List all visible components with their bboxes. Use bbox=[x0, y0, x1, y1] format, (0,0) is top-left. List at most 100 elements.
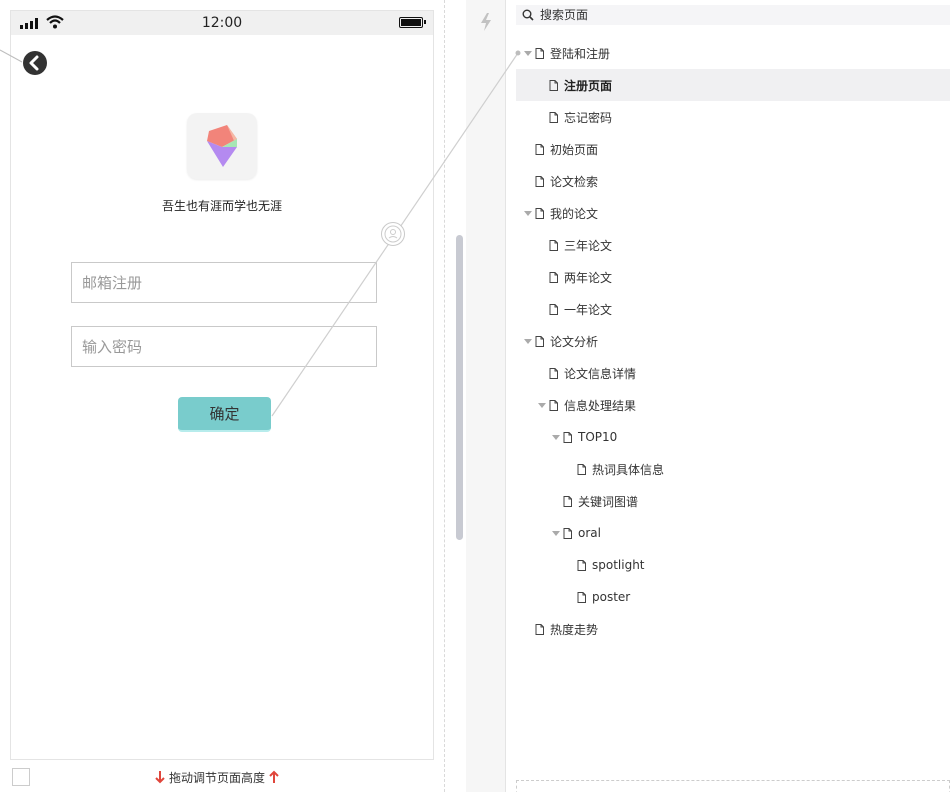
caret-spacer bbox=[537, 240, 547, 250]
lightning-icon[interactable] bbox=[479, 12, 493, 32]
file-icon bbox=[535, 623, 544, 635]
file-icon bbox=[535, 335, 544, 347]
tree-item-label: 论文检索 bbox=[550, 174, 599, 189]
file-icon bbox=[549, 399, 558, 411]
tree-item[interactable]: 关键词图谱 bbox=[516, 485, 950, 517]
caret-spacer bbox=[537, 80, 547, 90]
tree-item-label: oral bbox=[578, 526, 601, 540]
caret-spacer bbox=[523, 144, 533, 154]
caret-spacer bbox=[537, 368, 547, 378]
caret-spacer bbox=[523, 624, 533, 634]
file-icon bbox=[535, 47, 544, 59]
caret-spacer bbox=[537, 112, 547, 122]
caret-spacer bbox=[565, 464, 575, 474]
tree-item[interactable]: 热词具体信息 bbox=[516, 453, 950, 485]
link-handle-icon[interactable] bbox=[381, 222, 405, 246]
tree-item[interactable]: 论文检索 bbox=[516, 165, 950, 197]
tree-item-label: 注册页面 bbox=[564, 78, 613, 93]
caret-spacer bbox=[565, 592, 575, 602]
search-icon bbox=[522, 9, 534, 21]
tree-item-label: TOP10 bbox=[578, 430, 618, 444]
canvas-guide-line bbox=[444, 0, 445, 792]
password-field[interactable] bbox=[71, 326, 377, 367]
tree-item-label: 两年论文 bbox=[564, 270, 613, 285]
resize-hint[interactable]: 拖动调节页面高度 bbox=[155, 768, 279, 786]
tree-item-label: 关键词图谱 bbox=[578, 494, 639, 509]
arrow-up-icon bbox=[269, 770, 279, 783]
tree-item[interactable]: 热度走势 bbox=[516, 613, 950, 645]
design-canvas: 12:00 吾生也有涯而学也无涯 确定 bbox=[0, 0, 466, 792]
caret-spacer bbox=[537, 304, 547, 314]
file-icon bbox=[549, 271, 558, 283]
page-search-input[interactable] bbox=[540, 8, 920, 22]
file-icon bbox=[549, 367, 558, 379]
tree-item[interactable]: 我的论文 bbox=[516, 197, 950, 229]
file-icon bbox=[577, 463, 586, 475]
app-logo bbox=[187, 113, 257, 179]
tree-item[interactable]: 论文分析 bbox=[516, 325, 950, 357]
tree-item-label: 我的论文 bbox=[550, 206, 599, 221]
tree-item[interactable]: spotlight bbox=[516, 549, 950, 581]
tree-item-label: 论文分析 bbox=[550, 334, 599, 349]
tree-item-label: 信息处理结果 bbox=[564, 398, 637, 413]
file-icon bbox=[577, 559, 586, 571]
footer-checkbox[interactable] bbox=[12, 768, 30, 786]
resize-hint-label: 拖动调节页面高度 bbox=[169, 770, 266, 785]
tree-item[interactable]: 三年论文 bbox=[516, 229, 950, 261]
tree-item[interactable]: 登陆和注册 bbox=[516, 37, 950, 69]
file-icon bbox=[535, 175, 544, 187]
email-field[interactable] bbox=[71, 262, 377, 303]
tree-item[interactable]: 忘记密码 bbox=[516, 101, 950, 133]
phone-frame: 12:00 吾生也有涯而学也无涯 确定 bbox=[10, 10, 434, 760]
tree-item-label: 一年论文 bbox=[564, 302, 613, 317]
expand-caret-icon[interactable] bbox=[523, 48, 533, 58]
battery-icon bbox=[399, 17, 426, 28]
file-icon bbox=[563, 431, 572, 443]
tree-item[interactable]: oral bbox=[516, 517, 950, 549]
file-icon bbox=[535, 207, 544, 219]
tree-item-label: 热度走势 bbox=[550, 622, 599, 637]
tree-item[interactable]: TOP10 bbox=[516, 421, 950, 453]
tree-item[interactable]: 注册页面 bbox=[516, 69, 950, 101]
tree-item[interactable]: 初始页面 bbox=[516, 133, 950, 165]
tree-item[interactable]: 信息处理结果 bbox=[516, 389, 950, 421]
tree-item-label: 登陆和注册 bbox=[550, 46, 611, 61]
file-icon bbox=[563, 527, 572, 539]
expand-caret-icon[interactable] bbox=[551, 432, 561, 442]
file-icon bbox=[549, 303, 558, 315]
tree-item[interactable]: poster bbox=[516, 581, 950, 613]
file-icon bbox=[549, 111, 558, 123]
back-button[interactable] bbox=[23, 51, 47, 75]
tree-item[interactable]: 两年论文 bbox=[516, 261, 950, 293]
confirm-button[interactable]: 确定 bbox=[178, 397, 271, 432]
expand-caret-icon[interactable] bbox=[551, 528, 561, 538]
tree-item-label: 三年论文 bbox=[564, 238, 613, 253]
prototype-editor: 12:00 吾生也有涯而学也无涯 确定 bbox=[0, 0, 950, 792]
arrow-down-icon bbox=[155, 771, 165, 784]
tree-item-label: 热词具体信息 bbox=[592, 462, 665, 477]
expand-caret-icon[interactable] bbox=[537, 400, 547, 410]
file-icon bbox=[549, 79, 558, 91]
panel-bottom-area bbox=[516, 780, 950, 792]
canvas-scrollbar[interactable] bbox=[456, 235, 463, 540]
page-search[interactable] bbox=[516, 5, 950, 25]
tree-item[interactable]: 论文信息详情 bbox=[516, 357, 950, 389]
tree-item-label: spotlight bbox=[592, 558, 645, 572]
file-icon bbox=[549, 239, 558, 251]
back-icon bbox=[29, 55, 39, 71]
tree-item-label: 初始页面 bbox=[550, 142, 599, 157]
tree-item-label: 忘记密码 bbox=[564, 110, 613, 125]
app-slogan: 吾生也有涯而学也无涯 bbox=[161, 199, 282, 213]
canvas-footer: 拖动调节页面高度 bbox=[0, 762, 444, 792]
expand-caret-icon[interactable] bbox=[523, 208, 533, 218]
caret-spacer bbox=[565, 560, 575, 570]
expand-caret-icon[interactable] bbox=[523, 336, 533, 346]
caret-spacer bbox=[523, 176, 533, 186]
tree-item[interactable]: 一年论文 bbox=[516, 293, 950, 325]
status-time: 12:00 bbox=[201, 15, 243, 31]
file-icon bbox=[535, 143, 544, 155]
status-bar: 12:00 bbox=[11, 11, 433, 35]
caret-spacer bbox=[537, 272, 547, 282]
tree-item-label: poster bbox=[592, 590, 631, 604]
page-tree-panel: 登陆和注册注册页面忘记密码初始页面论文检索我的论文三年论文两年论文一年论文论文分… bbox=[507, 0, 950, 792]
